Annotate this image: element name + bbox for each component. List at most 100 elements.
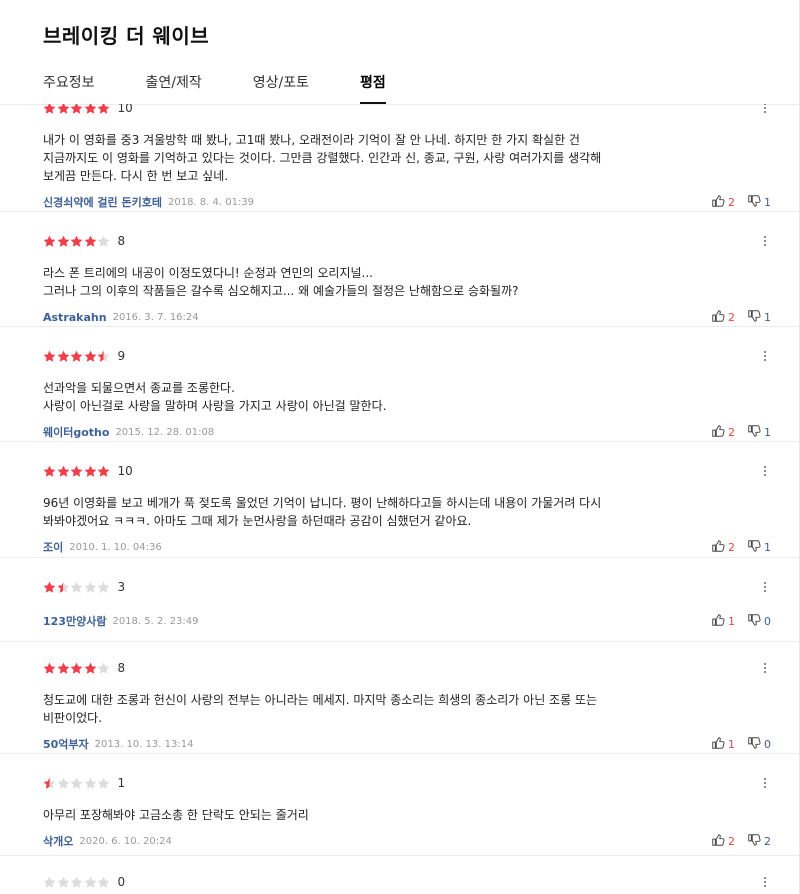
- star-icon: [70, 876, 83, 889]
- like-button[interactable]: 2: [711, 538, 735, 557]
- star-icon: [57, 876, 70, 889]
- star-icon: [84, 350, 97, 363]
- rating-row: 1: [43, 775, 771, 791]
- like-button[interactable]: 2: [711, 832, 735, 851]
- dislike-count: 2: [764, 834, 771, 848]
- review-date: 2015. 12. 28. 01:08: [115, 426, 215, 438]
- vote-buttons: 10: [711, 613, 771, 629]
- tab-main-info[interactable]: 주요정보: [43, 72, 95, 104]
- thumbs-down-icon: [747, 193, 761, 212]
- review-item: 10 내가 이 영화를 중3 겨울방학 때 봤나, 고1때 봤나, 오래전이라 기…: [43, 100, 771, 209]
- thumbs-down-icon: [747, 423, 761, 442]
- rating-row: 10: [43, 463, 771, 479]
- star-icon: [84, 777, 97, 790]
- rating-row: 8: [43, 660, 771, 676]
- dislike-button[interactable]: 2: [747, 832, 771, 851]
- more-options-icon[interactable]: [759, 463, 771, 479]
- reviewer-nickname[interactable]: 웨이터gotho: [43, 424, 109, 440]
- rating-score: 1: [117, 776, 126, 790]
- star-rating: [43, 662, 111, 675]
- thumbs-down-icon: [747, 832, 761, 851]
- page-title: 브레이킹 더 웨이브: [43, 24, 210, 48]
- thumbs-up-icon: [711, 193, 725, 212]
- more-options-icon[interactable]: [759, 874, 771, 890]
- rating-row: 0: [43, 874, 771, 890]
- reviewer-nickname[interactable]: 50억부자: [43, 736, 89, 752]
- review-meta: 50억부자 2013. 10. 13. 13:14: [43, 736, 193, 752]
- reviewer-nickname[interactable]: 신경쇠약에 걸린 돈키호테: [43, 194, 162, 210]
- review-meta: 삭개오 2020. 6. 10. 20:24: [43, 833, 172, 849]
- star-icon: [70, 235, 83, 248]
- star-icon: [57, 581, 70, 594]
- star-icon: [57, 662, 70, 675]
- review-item: 8 라스 폰 트리에의 내공이 이정도였다니! 순정과 연민의 오리지널... 그…: [43, 233, 771, 324]
- reviewer-nickname[interactable]: 123만양사람: [43, 613, 106, 629]
- rating-row: 9: [43, 348, 771, 364]
- like-button[interactable]: 2: [711, 308, 735, 327]
- review-item: 3 123만양사람 2018. 5. 2. 23:49 1 0: [43, 579, 771, 628]
- rating-row: 3: [43, 579, 771, 595]
- review-text: 청도교에 대한 조롱과 헌신이 사랑의 전부는 아니라는 메세지. 마지막 종소…: [43, 693, 598, 725]
- review-meta: Astrakahn 2016. 3. 7. 16:24: [43, 309, 199, 325]
- more-options-icon[interactable]: [759, 775, 771, 791]
- review-text: 선과악을 되물으면서 종교를 조롱한다. 사랑이 아닌걸로 사랑을 말하며 사랑…: [43, 381, 387, 413]
- thumbs-up-icon: [711, 423, 725, 442]
- dislike-button[interactable]: 1: [747, 193, 771, 212]
- tab-media[interactable]: 영상/포토: [253, 72, 309, 104]
- tab-cast-crew[interactable]: 출연/제작: [146, 72, 202, 104]
- more-options-icon[interactable]: [759, 233, 771, 249]
- like-button[interactable]: 2: [711, 423, 735, 442]
- more-options-icon[interactable]: [759, 660, 771, 676]
- rating-row: 8: [43, 233, 771, 249]
- tab-ratings[interactable]: 평점: [360, 72, 386, 104]
- star-icon: [97, 662, 110, 675]
- review-meta: 신경쇠약에 걸린 돈키호테 2018. 8. 4. 01:39: [43, 194, 254, 210]
- rating-score: 8: [117, 234, 126, 248]
- star-icon: [97, 235, 110, 248]
- page-header: 브레이킹 더 웨이브 주요정보 출연/제작 영상/포토 평점: [0, 0, 799, 104]
- star-icon: [84, 581, 97, 594]
- more-options-icon[interactable]: [759, 579, 771, 595]
- like-count: 1: [728, 737, 735, 751]
- dislike-button[interactable]: 1: [747, 538, 771, 557]
- dislike-button[interactable]: 1: [747, 308, 771, 327]
- review-text: 96년 이영화를 보고 베개가 푹 젖도록 울었던 기억이 납니다. 평이 난해…: [43, 496, 602, 528]
- review-date: 2020. 6. 10. 20:24: [79, 835, 172, 847]
- dislike-count: 1: [764, 425, 771, 439]
- thumbs-up-icon: [711, 612, 725, 631]
- reviewer-nickname[interactable]: Astrakahn: [43, 311, 107, 324]
- like-button[interactable]: 1: [711, 735, 735, 754]
- review-date: 2018. 5. 2. 23:49: [112, 615, 199, 627]
- rating-score: 3: [117, 580, 126, 594]
- more-options-icon[interactable]: [759, 348, 771, 364]
- like-count: 2: [728, 540, 735, 554]
- vote-buttons: 22: [711, 833, 771, 849]
- thumbs-down-icon: [747, 538, 761, 557]
- dislike-button[interactable]: 0: [747, 612, 771, 631]
- like-count: 2: [728, 310, 735, 324]
- rating-score: 9: [117, 349, 126, 363]
- like-button[interactable]: 2: [711, 193, 735, 212]
- review-divider: [0, 441, 799, 442]
- star-icon: [97, 876, 110, 889]
- dislike-button[interactable]: 1: [747, 423, 771, 442]
- star-icon: [97, 465, 110, 478]
- dislike-button[interactable]: 0: [747, 735, 771, 754]
- star-rating: [43, 581, 111, 594]
- star-icon: [57, 350, 70, 363]
- reviewer-nickname[interactable]: 삭개오: [43, 833, 73, 849]
- thumbs-up-icon: [711, 735, 725, 754]
- like-button[interactable]: 1: [711, 612, 735, 631]
- like-count: 2: [728, 195, 735, 209]
- vote-buttons: 21: [711, 424, 771, 440]
- like-count: 1: [728, 614, 735, 628]
- star-icon: [84, 465, 97, 478]
- reviews-list: 10 내가 이 영화를 중3 겨울방학 때 봤나, 고1때 봤나, 오래전이라 기…: [0, 0, 799, 894]
- dislike-count: 1: [764, 195, 771, 209]
- review-text: 라스 폰 트리에의 내공이 이정도였다니! 순정과 연민의 오리지널... 그러…: [43, 266, 519, 298]
- thumbs-up-icon: [711, 538, 725, 557]
- review-meta: 123만양사람 2018. 5. 2. 23:49: [43, 613, 199, 629]
- reviewer-nickname[interactable]: 조이: [43, 539, 63, 555]
- review-date: 2013. 10. 13. 13:14: [94, 738, 194, 750]
- review-divider: [0, 326, 799, 327]
